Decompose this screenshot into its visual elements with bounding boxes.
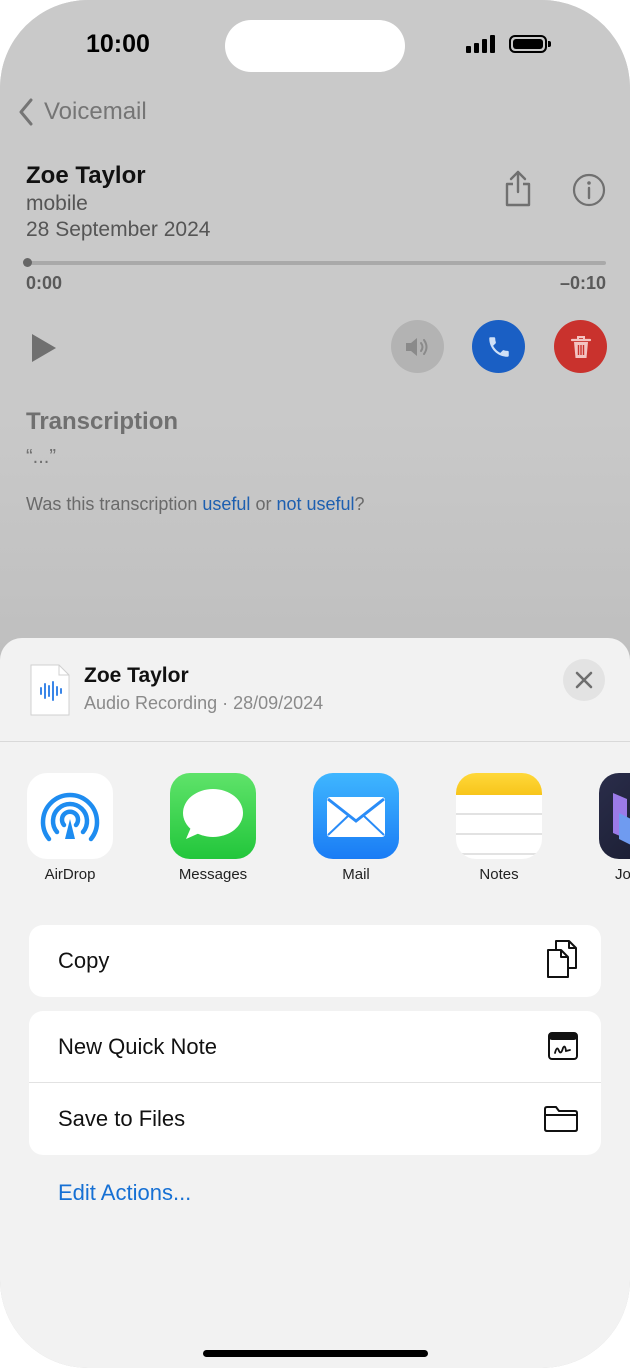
close-icon [575,671,593,689]
chevron-left-icon [19,98,33,126]
dynamic-island [225,20,405,72]
back-button[interactable]: Voicemail [18,98,147,126]
app-label-partial: Jo [615,866,630,883]
transcription-text: “...” [26,446,56,468]
phone-screen: 10:00 Voicemail Zoe Taylor mobile 28 Sep… [0,0,630,1368]
voicemail-caller-name: Zoe Taylor [26,162,146,189]
call-back-button[interactable] [472,320,525,373]
time-elapsed: 0:00 [26,273,63,293]
share-title: Zoe Taylor [84,664,189,687]
not-useful-link[interactable]: not useful [276,494,354,514]
time-remaining: –0:10 [559,273,606,293]
app-label-airdrop: AirDrop [44,866,96,883]
messages-icon[interactable] [170,773,256,859]
back-label: Voicemail [44,98,147,125]
action-group-notes-files: New Quick Note Save to Files [29,1011,601,1155]
folder-icon [544,1106,578,1132]
speaker-icon [405,337,427,356]
app-label-messages: Messages [178,866,248,883]
new-quick-note-action[interactable]: New Quick Note [29,1011,601,1083]
trash-icon [570,335,591,358]
app-icon[interactable] [599,773,630,859]
feedback-suffix: ? [354,494,365,514]
signal-icon [466,35,495,53]
voicemail-number-type: mobile [26,192,88,215]
share-sheet [0,638,630,1368]
copy-action[interactable]: Copy [29,925,601,997]
home-indicator[interactable] [203,1350,428,1357]
playback-scrubber[interactable] [26,261,606,265]
transcription-heading: Transcription [26,408,179,435]
close-button[interactable] [563,659,605,701]
app-label-mail: Mail [342,866,370,883]
feedback-or: or [250,494,277,514]
notes-icon[interactable] [456,773,542,859]
app-label-notes: Notes [479,866,519,883]
copy-icon [547,940,577,978]
quick-note-icon [548,1032,578,1060]
action-group-copy: Copy [29,925,601,997]
phone-icon [488,336,509,357]
transcription-feedback: Was this transcription useful or not use… [26,494,365,515]
new-quick-note-label: New Quick Note [58,1034,217,1059]
status-time: 10:00 [86,30,150,58]
feedback-prefix: Was this transcription [26,494,203,514]
edit-actions-link[interactable]: Edit Actions... [58,1180,191,1206]
copy-label: Copy [58,948,110,973]
battery-icon [509,35,551,53]
scrubber-knob[interactable] [23,258,32,267]
save-to-files-action[interactable]: Save to Files [29,1083,601,1155]
speaker-button[interactable] [391,320,444,373]
audio-file-icon [30,664,70,716]
sheet-divider [0,741,630,742]
useful-link[interactable]: useful [202,494,250,514]
save-to-files-label: Save to Files [58,1106,186,1131]
airdrop-icon[interactable] [27,773,113,859]
voicemail-date: 28 September 2024 [26,218,211,241]
play-icon[interactable] [30,332,58,364]
mail-icon[interactable] [313,773,399,859]
info-icon[interactable] [572,173,606,207]
share-icon[interactable] [502,170,534,208]
delete-button[interactable] [554,320,607,373]
share-subtitle: Audio Recording · 28/09/2024 [84,693,324,713]
